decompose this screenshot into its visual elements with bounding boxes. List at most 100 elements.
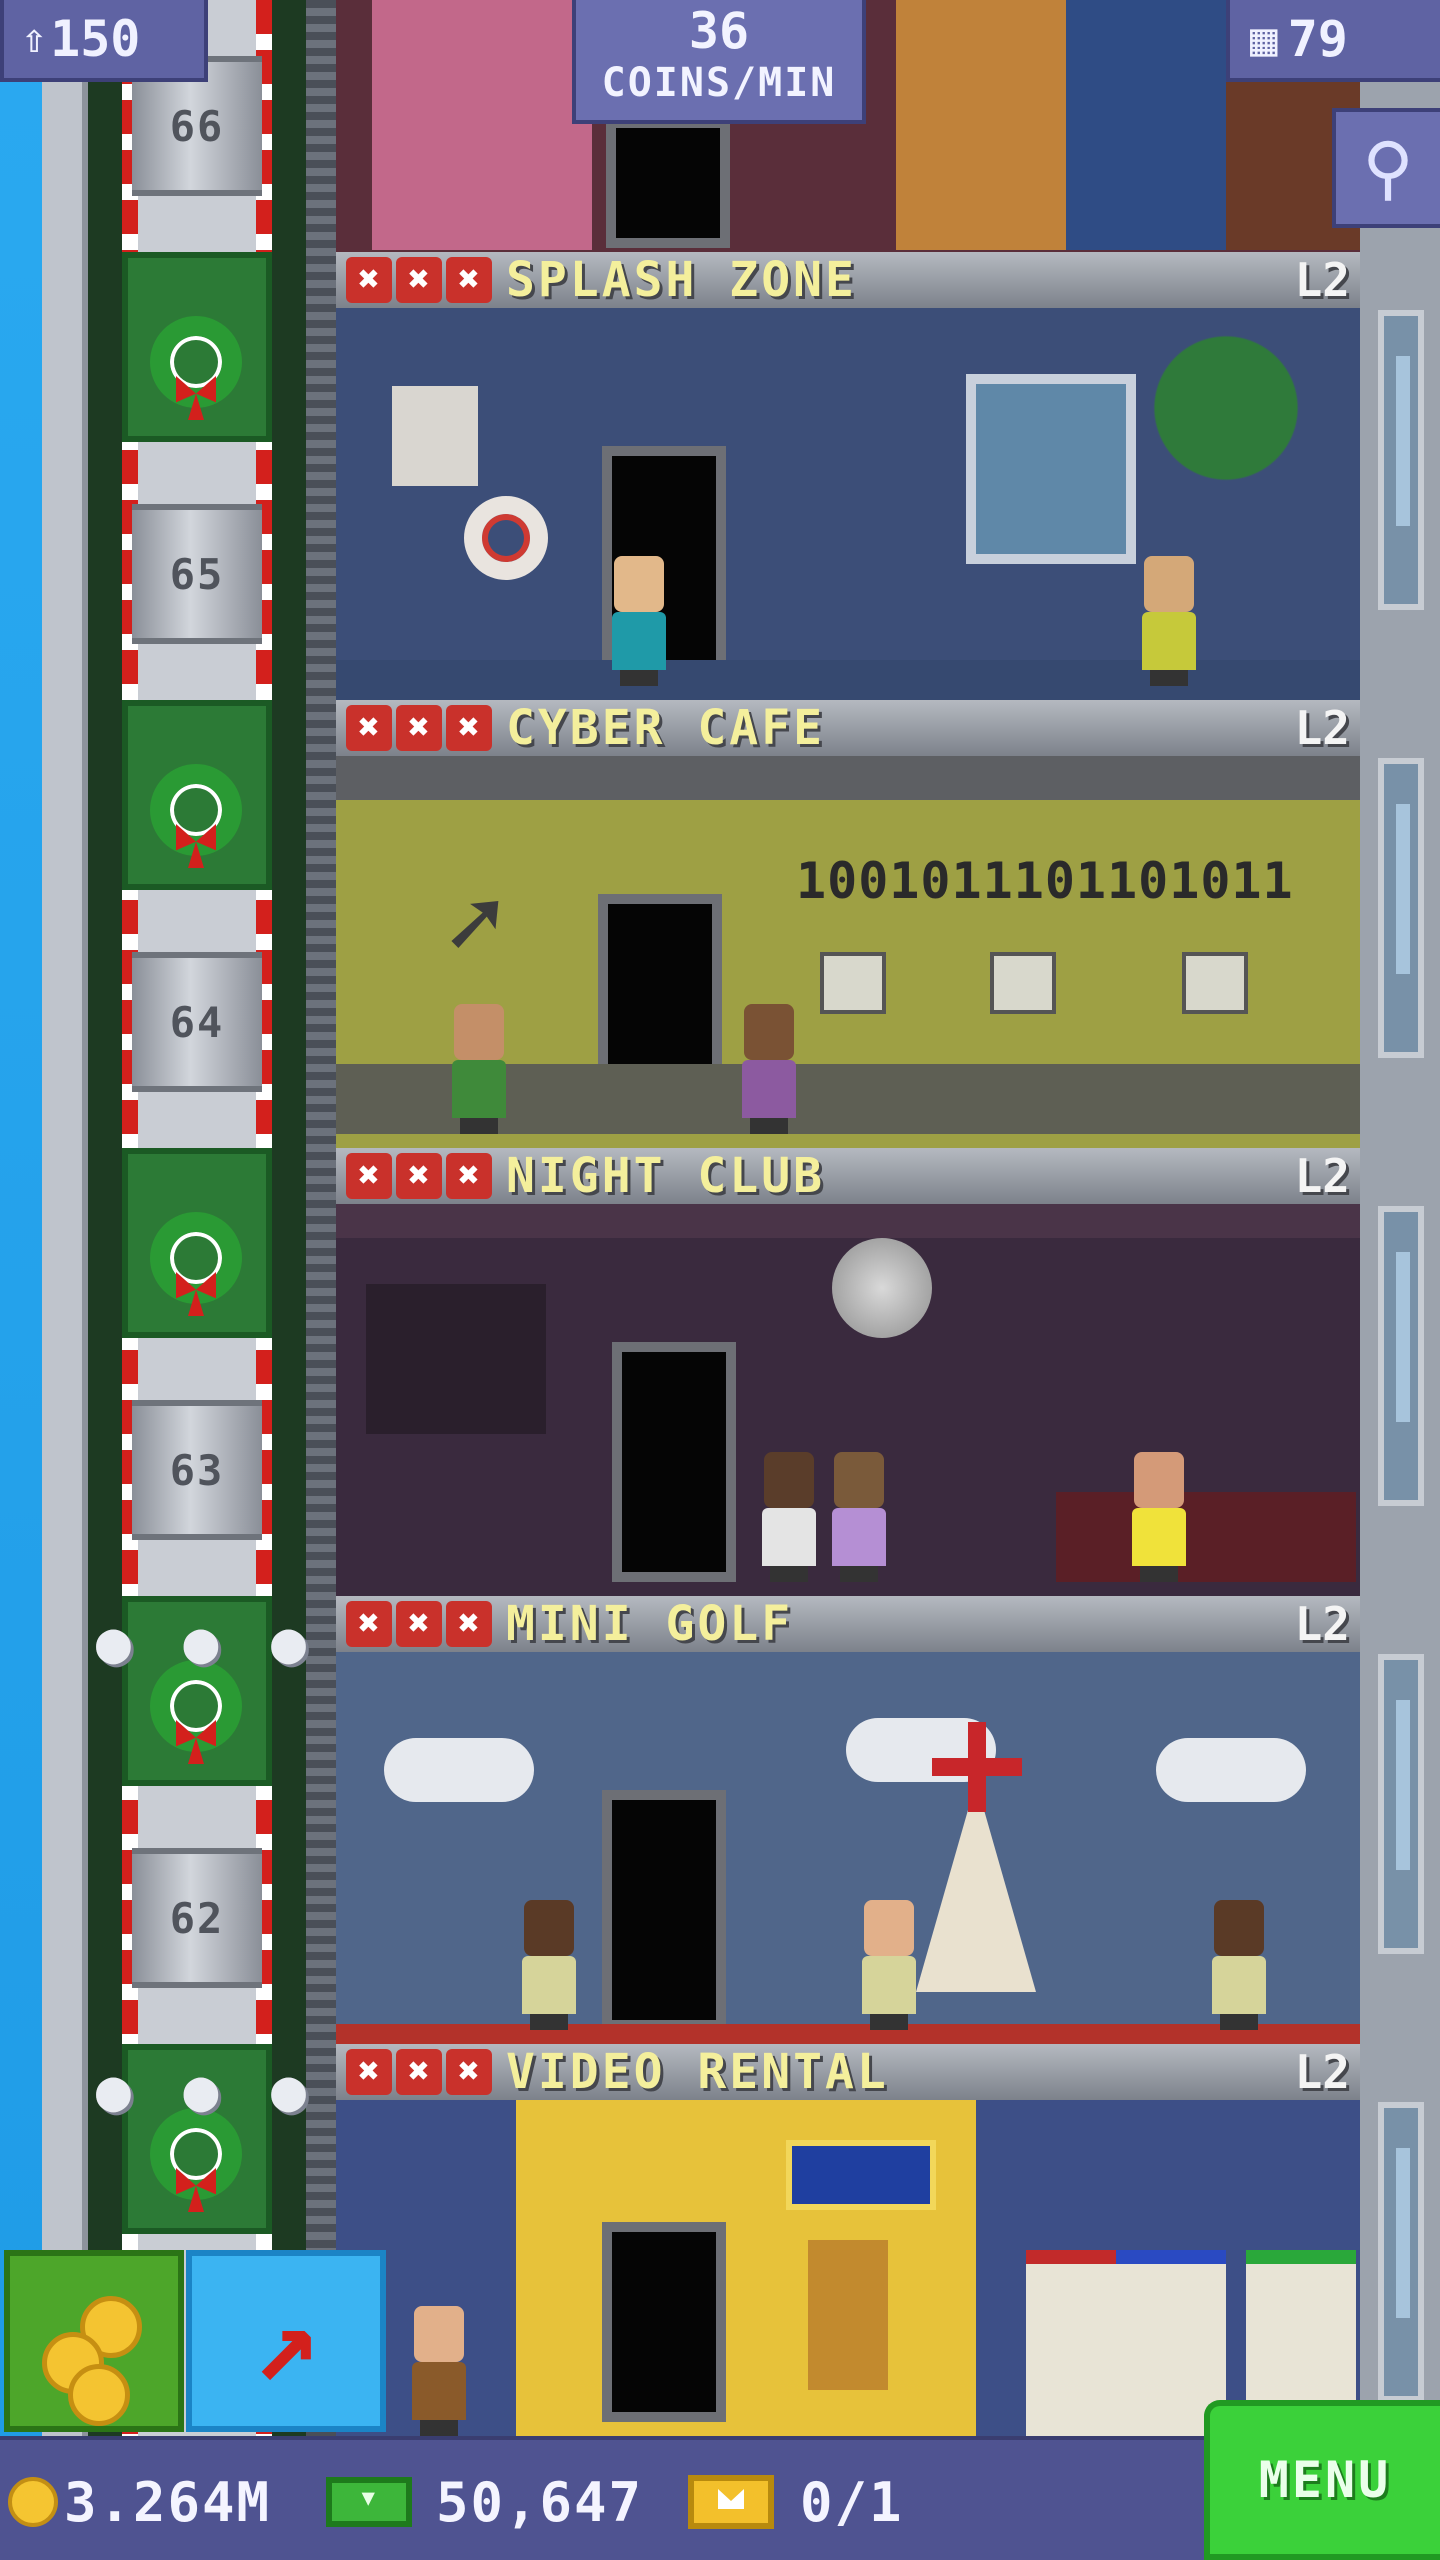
pool-edge (336, 660, 1360, 700)
floor-header: ✖ ✖ ✖ VIDEO RENTAL L2 (336, 2044, 1360, 2100)
lounge-sofa (1056, 1492, 1356, 1582)
floor-header: ✖ ✖ ✖ NIGHT CLUB L2 (336, 1148, 1360, 1204)
poster (896, 0, 1066, 250)
elevator-button[interactable]: ↗ (186, 2250, 386, 2432)
cloud-decoration (384, 1738, 534, 1802)
floor-level: L2 (1294, 1149, 1350, 1203)
star-icon: ● (96, 2056, 131, 2124)
resident[interactable] (446, 1004, 512, 1134)
elevator-floor-number[interactable]: 62 (132, 1848, 262, 1988)
rating-x-icon: ✖ (446, 1601, 492, 1647)
tower-outer-wall (42, 0, 88, 2460)
resident[interactable] (516, 1900, 582, 2030)
search-button[interactable]: ⚲ (1332, 108, 1440, 228)
floor-name: MINI GOLF (506, 1596, 794, 1652)
bux-stat[interactable]: 50,647 (326, 2470, 643, 2534)
rating-x-icon: ✖ (446, 705, 492, 751)
coins-rate-unit: COINS/MIN (601, 60, 837, 106)
ceiling (336, 756, 1360, 800)
coin-icon (68, 2364, 130, 2426)
rating: ✖ ✖ ✖ (346, 1153, 492, 1199)
room-interior (336, 1652, 1360, 2044)
floor-cyber-cafe[interactable]: ✖ ✖ ✖ CYBER CAFE L2 ➚ 1001011101101011 (336, 700, 1360, 1148)
disco-ball-icon (832, 1238, 932, 1338)
floor-level: L2 (1294, 253, 1350, 307)
floor-night-club[interactable]: ✖ ✖ ✖ NIGHT CLUB L2 (336, 1148, 1360, 1596)
star-icon: ● (96, 1608, 131, 1676)
tickets-stat[interactable]: 0/1 (688, 2470, 904, 2534)
elevator-floor-number[interactable]: 65 (132, 504, 262, 644)
building-icon: ▦ (1250, 12, 1278, 66)
exterior-window (1378, 310, 1424, 610)
exterior-window (1378, 1654, 1424, 1954)
resident[interactable] (1126, 1452, 1192, 1582)
elevator-rail (306, 0, 336, 2460)
arrow-up-icon: ↗ (252, 2277, 320, 2405)
waiting-passengers-stars: ● ● ● (96, 2060, 306, 2120)
windmill-base (916, 1782, 1036, 1992)
floor-level: L2 (1294, 2045, 1350, 2099)
rating-x-icon: ✖ (446, 2049, 492, 2095)
floor-level: L2 (1294, 701, 1350, 755)
elevator-floor-number[interactable]: 64 (132, 952, 262, 1092)
coins-button[interactable] (4, 2250, 184, 2432)
wall-notice (392, 386, 478, 486)
wreath-decoration (122, 252, 272, 442)
floor-video-rental[interactable]: ✖ ✖ ✖ VIDEO RENTAL L2 (336, 2044, 1360, 2436)
rating-x-icon: ✖ (396, 2049, 442, 2095)
floor-mini-golf[interactable]: ✖ ✖ ✖ MINI GOLF L2 (336, 1596, 1360, 2044)
door (602, 2222, 726, 2422)
floors-counter[interactable]: ▦ 79 (1226, 0, 1440, 82)
floor-header: ✖ ✖ ✖ CYBER CAFE L2 (336, 700, 1360, 756)
coins-stat[interactable]: 3.264M (8, 2470, 271, 2534)
palm-tree (1096, 328, 1356, 528)
rating: ✖ ✖ ✖ (346, 2049, 492, 2095)
population-value: 150 (50, 10, 141, 68)
resident[interactable] (406, 2306, 472, 2436)
computer-icon (990, 952, 1056, 1014)
ticket-icon (688, 2475, 774, 2529)
rating: ✖ ✖ ✖ (346, 1601, 492, 1647)
room-interior (336, 2100, 1360, 2436)
wreath-decoration (122, 1148, 272, 1338)
resident[interactable] (856, 1900, 922, 2030)
room-interior (336, 308, 1360, 700)
room-interior: ➚ 1001011101101011 (336, 756, 1360, 1148)
rating-x-icon: ✖ (346, 1601, 392, 1647)
coins-rate-panel[interactable]: 36 COINS/MIN (572, 0, 866, 124)
resident[interactable] (1136, 556, 1202, 686)
floor-name: SPLASH ZONE (506, 252, 857, 308)
rating-x-icon: ✖ (396, 705, 442, 751)
sky-strip (0, 0, 42, 2560)
star-icon: ● (183, 1608, 219, 1676)
elevator-floor-number[interactable]: 63 (132, 1400, 262, 1540)
bux-icon (326, 2477, 412, 2527)
resident[interactable] (826, 1452, 892, 1582)
tickets-value: 0/1 (800, 2470, 904, 2534)
floor-level: L2 (1294, 1597, 1350, 1651)
floor-name: NIGHT CLUB (506, 1148, 825, 1204)
bar-shelf (366, 1284, 546, 1434)
coin-icon (8, 2477, 58, 2527)
star-icon: ● (271, 1608, 306, 1676)
rating-x-icon: ✖ (396, 257, 442, 303)
menu-button[interactable]: MENU (1204, 2400, 1440, 2560)
rating-x-icon: ✖ (346, 1153, 392, 1199)
bux-value: 50,647 (436, 2470, 644, 2534)
rating-x-icon: ✖ (396, 1153, 442, 1199)
arcade-machine (808, 2240, 888, 2390)
floor-splash-zone[interactable]: ✖ ✖ ✖ SPLASH ZONE L2 (336, 252, 1360, 700)
resident[interactable] (1206, 1900, 1272, 2030)
room-interior (336, 1204, 1360, 1596)
resident[interactable] (606, 556, 672, 686)
resident[interactable] (736, 1004, 802, 1134)
rating-x-icon: ✖ (446, 257, 492, 303)
life-ring-icon (464, 496, 548, 580)
rating-x-icon: ✖ (346, 257, 392, 303)
floor-name: VIDEO RENTAL (506, 2044, 889, 2100)
coins-rate-value: 36 (688, 2, 750, 60)
resident[interactable] (756, 1452, 822, 1582)
population-counter[interactable]: ⇧ 150 (0, 0, 208, 82)
waiting-passengers-stars: ● ● ● (96, 1612, 306, 1672)
star-icon: ● (271, 2056, 306, 2124)
